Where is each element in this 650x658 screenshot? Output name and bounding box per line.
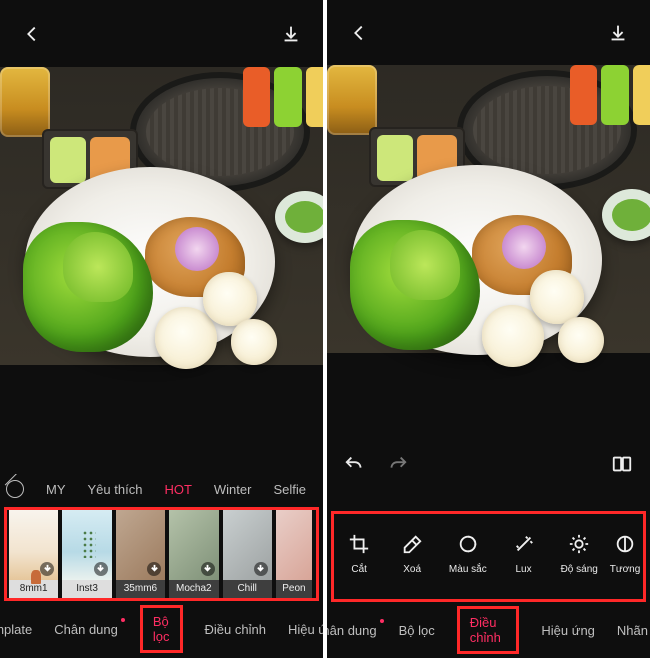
filter-label: Mocha2 bbox=[169, 580, 218, 598]
category-favorite[interactable]: Yêu thích bbox=[88, 482, 143, 497]
adjust-label: Cắt bbox=[351, 564, 367, 575]
download-badge-icon bbox=[254, 562, 268, 576]
category-selfie[interactable]: Selfie bbox=[273, 482, 306, 497]
filter-tile[interactable]: Inst3 bbox=[62, 510, 111, 597]
category-hot[interactable]: HOT bbox=[164, 482, 191, 497]
half-circle-icon bbox=[613, 532, 637, 556]
compare-icon[interactable] bbox=[610, 452, 634, 476]
download-badge-icon bbox=[201, 562, 215, 576]
undo-icon[interactable] bbox=[343, 452, 367, 476]
filter-label: Chill bbox=[223, 580, 272, 598]
download-icon[interactable] bbox=[606, 21, 630, 45]
topbar bbox=[0, 0, 323, 67]
category-winter[interactable]: Winter bbox=[214, 482, 252, 497]
filter-tile[interactable]: Mocha2 bbox=[169, 510, 218, 597]
filter-categories[interactable]: MY Yêu thích HOT Winter Selfie bbox=[0, 474, 323, 506]
tab-portrait[interactable]: Chân dung bbox=[327, 623, 377, 638]
redo-icon[interactable] bbox=[385, 452, 409, 476]
new-dot-icon bbox=[121, 618, 125, 622]
download-badge-icon bbox=[147, 562, 161, 576]
adjust-contrast[interactable]: Tương bbox=[607, 532, 643, 575]
topbar bbox=[327, 0, 650, 65]
download-icon[interactable] bbox=[279, 22, 303, 46]
adjust-label: Màu sắc bbox=[449, 564, 487, 575]
adjust-label: Tương bbox=[610, 564, 640, 575]
new-dot-icon bbox=[380, 619, 384, 623]
filter-label: 35mm6 bbox=[116, 580, 165, 598]
tab-adjust[interactable]: Điều chỉnh bbox=[457, 606, 520, 654]
brightness-icon bbox=[567, 532, 591, 556]
adjust-color[interactable]: Màu sắc bbox=[440, 532, 496, 575]
filter-label: Peon bbox=[276, 580, 312, 598]
adjust-erase[interactable]: Xoá bbox=[384, 532, 440, 575]
filter-tile[interactable]: Chill bbox=[223, 510, 272, 597]
color-icon bbox=[456, 532, 480, 556]
adjust-label: Lux bbox=[515, 564, 531, 575]
adjust-label: Xoá bbox=[403, 564, 421, 575]
none-filter-icon[interactable] bbox=[6, 480, 24, 498]
tab-portrait[interactable]: Chân dung bbox=[54, 622, 118, 637]
photo-preview[interactable] bbox=[327, 65, 650, 353]
download-badge-icon bbox=[94, 562, 108, 576]
filter-tile[interactable]: 35mm6 bbox=[116, 510, 165, 597]
adjust-label: Độ sáng bbox=[561, 564, 598, 575]
tab-filter[interactable]: Bộ lọc bbox=[140, 605, 183, 653]
tab-adjust[interactable]: Điều chỉnh bbox=[205, 622, 266, 637]
tab-effects[interactable]: Hiệu ứng bbox=[541, 623, 595, 638]
filter-label: Inst3 bbox=[62, 580, 111, 598]
category-my[interactable]: MY bbox=[46, 482, 66, 497]
adjust-lux[interactable]: Lux bbox=[496, 532, 552, 575]
filter-strip[interactable]: 8mm1 Inst3 35mm6 Mocha2 Chill Peon bbox=[4, 507, 319, 600]
filter-tile[interactable]: 8mm1 bbox=[9, 510, 58, 597]
back-arrow-icon[interactable] bbox=[347, 21, 371, 45]
tab-effects[interactable]: Hiệu ứ bbox=[288, 622, 323, 637]
photo-preview[interactable] bbox=[0, 67, 323, 364]
history-row bbox=[327, 441, 650, 487]
left-screen: MY Yêu thích HOT Winter Selfie 8mm1 Inst… bbox=[0, 0, 323, 658]
eraser-icon bbox=[400, 532, 424, 556]
adjust-tools[interactable]: Cắt Xoá Màu sắc Lux Độ sáng Tương bbox=[331, 511, 646, 602]
download-badge-icon bbox=[40, 562, 54, 576]
tab-template[interactable]: emplate bbox=[0, 622, 32, 637]
crop-icon bbox=[347, 532, 371, 556]
adjust-brightness[interactable]: Độ sáng bbox=[551, 532, 607, 575]
tab-filter[interactable]: Bộ lọc bbox=[399, 623, 435, 638]
filter-tile[interactable]: Peon bbox=[276, 510, 312, 597]
bottom-tabs[interactable]: emplate Chân dung Bộ lọc Điều chỉnh Hiệu… bbox=[0, 601, 323, 658]
back-arrow-icon[interactable] bbox=[20, 22, 44, 46]
bottom-tabs[interactable]: Chân dung Bộ lọc Điều chỉnh Hiệu ứng Nhã… bbox=[327, 602, 650, 658]
wand-icon bbox=[512, 532, 536, 556]
tab-sticker[interactable]: Nhãn bbox=[617, 623, 648, 638]
adjust-crop[interactable]: Cắt bbox=[334, 532, 384, 575]
right-screen: Cắt Xoá Màu sắc Lux Độ sáng Tương Chân d… bbox=[327, 0, 650, 658]
